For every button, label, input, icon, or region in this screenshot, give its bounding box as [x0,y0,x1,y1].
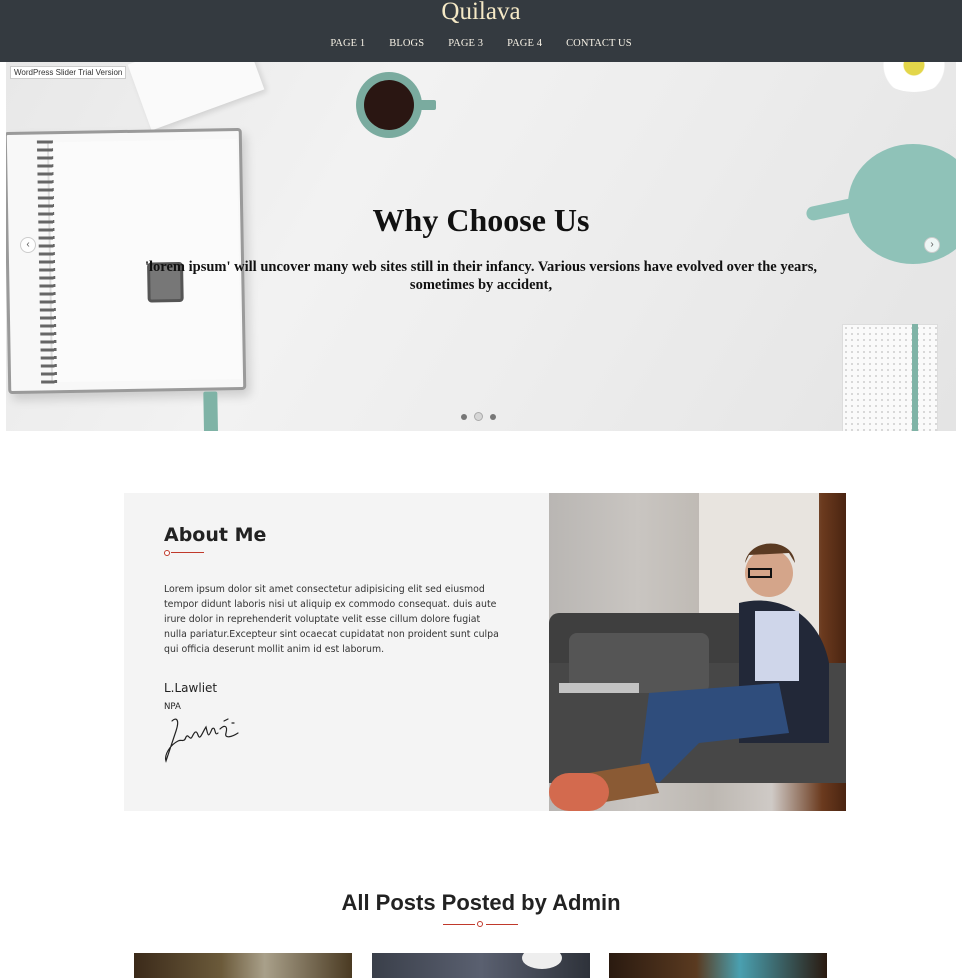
slider-pagination [461,412,496,421]
main-nav: PAGE 1 BLOGS PAGE 3 PAGE 4 CONTACT US [0,38,962,49]
slide-decor-notepad [842,324,938,431]
signature-image [165,718,239,763]
posts-divider-line-right [486,924,518,925]
slide-decor-flower [874,62,954,92]
author-name: L.Lawliet [164,681,218,695]
notepad-band [912,324,918,431]
title-divider-line [171,552,204,553]
slider-dot-2[interactable] [474,412,483,421]
post-thumbnail-2-cup [522,953,562,969]
about-card: About Me Lorem ipsum dolor sit amet cons… [124,493,549,811]
slider-prev-button[interactable]: ‹ [20,237,36,253]
chevron-right-icon: › [930,239,934,250]
slide-text: 'lorem ipsum' will uncover many web site… [145,259,817,293]
nav-item-contact-us[interactable]: CONTACT US [566,38,632,49]
slide-decor-coffee-cup [356,72,422,138]
trial-badge: WordPress Slider Trial Version [10,66,127,79]
nav-item-page-4[interactable]: PAGE 4 [507,38,542,49]
about-text: Lorem ipsum dolor sit amet consectetur a… [164,584,499,655]
title-divider-ring [164,550,170,556]
slider-dot-3[interactable] [490,413,496,420]
nav-item-page-1[interactable]: PAGE 1 [330,38,365,49]
posts-divider-ring [477,921,483,927]
posts-divider-line-left [443,924,475,925]
author-role: NPA [164,702,181,712]
chevron-left-icon: ‹ [26,239,30,250]
slide-title: Why Choose Us [372,202,590,238]
nav-item-page-3[interactable]: PAGE 3 [448,38,483,49]
eraser [203,391,219,431]
hero-slider: WordPress Slider Trial Version Why Choos… [6,62,956,431]
site-title[interactable]: Quilava [0,0,962,26]
coffee-cup-handle [418,100,436,110]
nav-item-blogs[interactable]: BLOGS [389,38,424,49]
posts-section-title: All Posts Posted by Admin [341,890,621,915]
post-thumbnail-1[interactable] [134,953,352,978]
about-photo [549,493,846,811]
slide-decor-paper [127,62,265,131]
slider-next-button[interactable]: › [924,237,940,253]
about-title: About Me [164,524,267,546]
post-thumbnail-2[interactable] [372,953,590,978]
site-header: Quilava PAGE 1 BLOGS PAGE 3 PAGE 4 CONTA… [0,0,962,62]
man-on-couch-image [549,493,846,811]
slider-dot-1[interactable] [461,413,467,420]
post-thumbnail-3[interactable] [609,953,827,978]
